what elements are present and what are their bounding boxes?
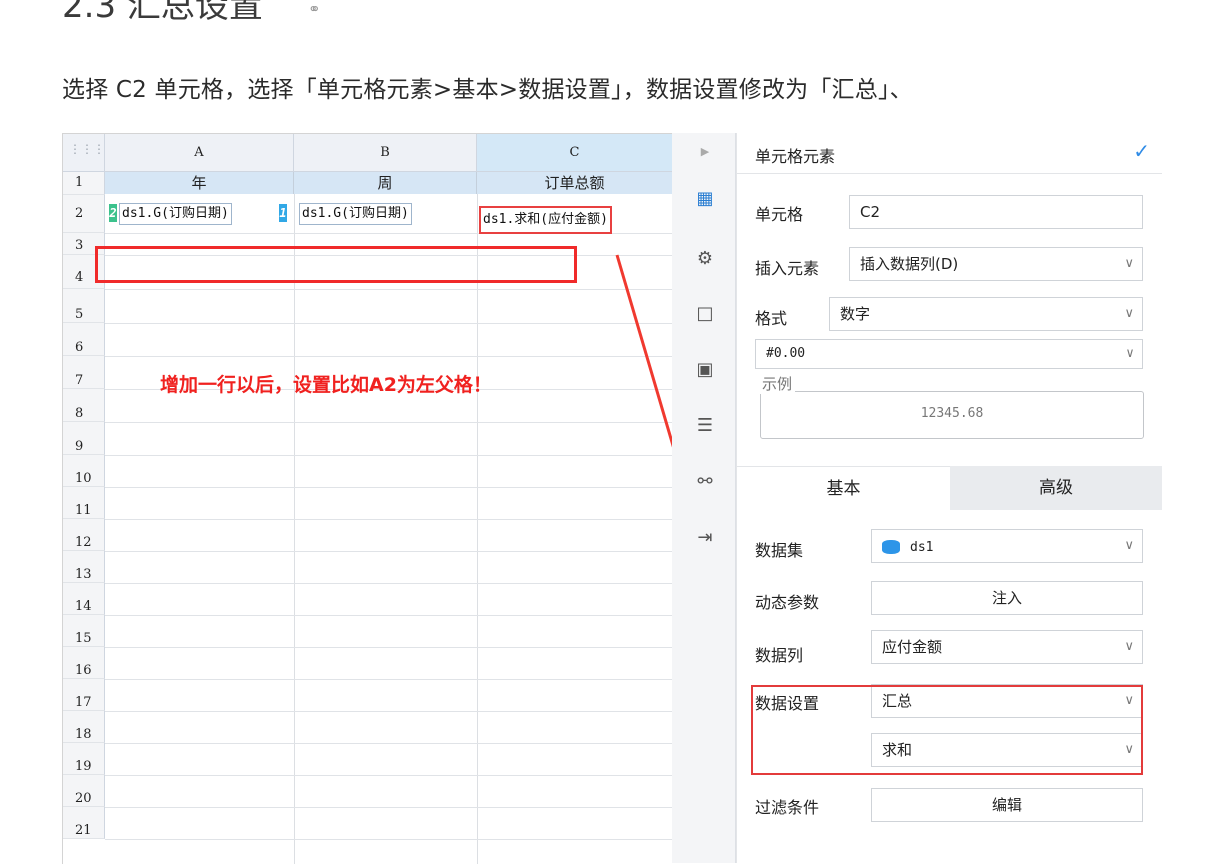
chevron-down-icon: ∨ bbox=[1126, 346, 1134, 361]
row-header-21[interactable]: 21 bbox=[63, 807, 105, 839]
section-title: 2.3 汇总设置 bbox=[62, 0, 263, 26]
row-header-20[interactable]: 20 bbox=[63, 775, 105, 807]
inserted-row-highlight bbox=[95, 246, 577, 283]
example-legend: 示例 bbox=[759, 373, 796, 394]
row-header-5[interactable]: 5 bbox=[63, 289, 105, 323]
hyperlink-icon[interactable]: ⚯ bbox=[694, 471, 716, 493]
inject-button[interactable]: 注入 bbox=[871, 581, 1143, 615]
panel-title: 单元格元素 bbox=[755, 147, 836, 166]
row-header-13[interactable]: 13 bbox=[63, 551, 105, 583]
column-header-b[interactable]: B bbox=[294, 134, 477, 172]
row-header-12[interactable]: 12 bbox=[63, 519, 105, 551]
data-setting-highlight bbox=[751, 685, 1143, 775]
link-anchor-icon[interactable]: ⚭ bbox=[308, 0, 321, 18]
property-panel: 单元格元素 ✓ 单元格 C2 插入元素 插入数据列(D) ∨ 格式 数字 ∨ #… bbox=[736, 133, 1162, 863]
row-header-19[interactable]: 19 bbox=[63, 743, 105, 775]
instruction-text: 选择 C2 单元格，选择「单元格元素>基本>数据设置」，数据设置修改为「汇总」、 bbox=[62, 77, 913, 103]
dynamic-param-label: 动态参数 bbox=[755, 593, 820, 612]
row-header-6[interactable]: 6 bbox=[63, 323, 105, 356]
tab-basic[interactable]: 基本 bbox=[737, 466, 950, 511]
insert-select[interactable]: 插入数据列(D) ∨ bbox=[849, 247, 1143, 281]
cell-attribute-icon[interactable]: ⚙ bbox=[694, 248, 716, 270]
data-column-value: 应付金额 bbox=[882, 638, 943, 656]
row-header-14[interactable]: 14 bbox=[63, 583, 105, 615]
row-header-1[interactable]: 1 bbox=[63, 172, 105, 195]
insert-label: 插入元素 bbox=[755, 259, 820, 278]
row-header-17[interactable]: 17 bbox=[63, 679, 105, 711]
expand-flag-icon: 1 bbox=[279, 204, 287, 222]
filter-label: 过滤条件 bbox=[755, 798, 820, 817]
chevron-down-icon: ∨ bbox=[1124, 306, 1134, 321]
chevron-down-icon: ∨ bbox=[1124, 639, 1134, 654]
format-pattern-value: #0.00 bbox=[766, 346, 806, 361]
side-toolbar: ▶ ▦ ⚙ □ ▣ ☰ ⚯ ⇥ bbox=[672, 133, 736, 863]
dataset-label: 数据集 bbox=[755, 541, 804, 560]
cell-a2-value: ds1.G(订购日期) bbox=[119, 203, 232, 225]
cell-b2-value: ds1.G(订购日期) bbox=[299, 203, 412, 225]
row-header-10[interactable]: 10 bbox=[63, 455, 105, 487]
border-icon[interactable]: □ bbox=[694, 303, 716, 325]
cell-a1[interactable]: 年 bbox=[105, 172, 294, 194]
row-header-9[interactable]: 9 bbox=[63, 422, 105, 455]
format-select-value: 数字 bbox=[840, 305, 871, 323]
format-label: 格式 bbox=[755, 309, 788, 328]
cell-b1[interactable]: 周 bbox=[294, 172, 477, 194]
export-icon[interactable]: ⇥ bbox=[694, 527, 716, 549]
row-header-18[interactable]: 18 bbox=[63, 711, 105, 743]
filter-edit-button[interactable]: 编辑 bbox=[871, 788, 1143, 822]
tab-advanced[interactable]: 高级 bbox=[950, 466, 1162, 510]
insert-select-value: 插入数据列(D) bbox=[860, 255, 959, 273]
cell-b2-flag: 1 bbox=[279, 195, 295, 233]
condition-icon[interactable]: ☰ bbox=[694, 415, 716, 437]
column-header-a[interactable]: A bbox=[105, 134, 294, 172]
chevron-down-icon: ∨ bbox=[1124, 538, 1134, 553]
cell-c2-value: ds1.求和(应付金额) bbox=[479, 206, 612, 234]
example-value: 12345.68 bbox=[920, 406, 984, 421]
format-select[interactable]: 数字 ∨ bbox=[829, 297, 1143, 331]
data-column-select[interactable]: 应付金额 ∨ bbox=[871, 630, 1143, 664]
spreadsheet[interactable]: ⋮⋮⋮ A B C 1 2 3 4 5 6 7 8 9 10 11 12 13 … bbox=[62, 133, 673, 864]
row-header-2[interactable]: 2 bbox=[63, 195, 105, 233]
row-header-15[interactable]: 15 bbox=[63, 615, 105, 647]
expand-flag-icon: 2 bbox=[109, 204, 117, 222]
row-header-11[interactable]: 11 bbox=[63, 487, 105, 519]
row-header-7[interactable]: 7 bbox=[63, 356, 105, 389]
annotation-text: 增加一行以后，设置比如A2为左父格！ bbox=[160, 374, 492, 396]
format-pattern-select[interactable]: #0.00 ∨ bbox=[755, 339, 1143, 369]
row-header-8[interactable]: 8 bbox=[63, 389, 105, 422]
row-header-16[interactable]: 16 bbox=[63, 647, 105, 679]
dataset-select[interactable]: ds1 ∨ bbox=[871, 529, 1143, 563]
cell-a2[interactable]: 2 ds1.G(订购日期) bbox=[109, 195, 294, 233]
data-column-label: 数据列 bbox=[755, 646, 804, 665]
cell-c1[interactable]: 订单总额 bbox=[477, 172, 673, 194]
dataset-select-value: ds1 bbox=[910, 540, 934, 555]
cell-element-icon[interactable]: ▦ bbox=[694, 188, 716, 210]
cell-b2[interactable]: ds1.G(订购日期) bbox=[299, 195, 477, 233]
caret-right-icon[interactable]: ▶ bbox=[694, 141, 716, 163]
database-icon bbox=[882, 539, 900, 554]
column-header-c[interactable]: C bbox=[477, 134, 673, 172]
select-all-corner[interactable]: ⋮⋮⋮ bbox=[63, 134, 105, 172]
check-icon[interactable]: ✓ bbox=[1133, 139, 1150, 163]
example-box: 12345.68 bbox=[760, 391, 1144, 439]
widget-icon[interactable]: ▣ bbox=[694, 359, 716, 381]
chevron-down-icon: ∨ bbox=[1124, 256, 1134, 271]
cell-label: 单元格 bbox=[755, 205, 804, 224]
cell-c2[interactable]: ds1.求和(应付金额) bbox=[479, 206, 673, 234]
cell-field[interactable]: C2 bbox=[849, 195, 1143, 229]
